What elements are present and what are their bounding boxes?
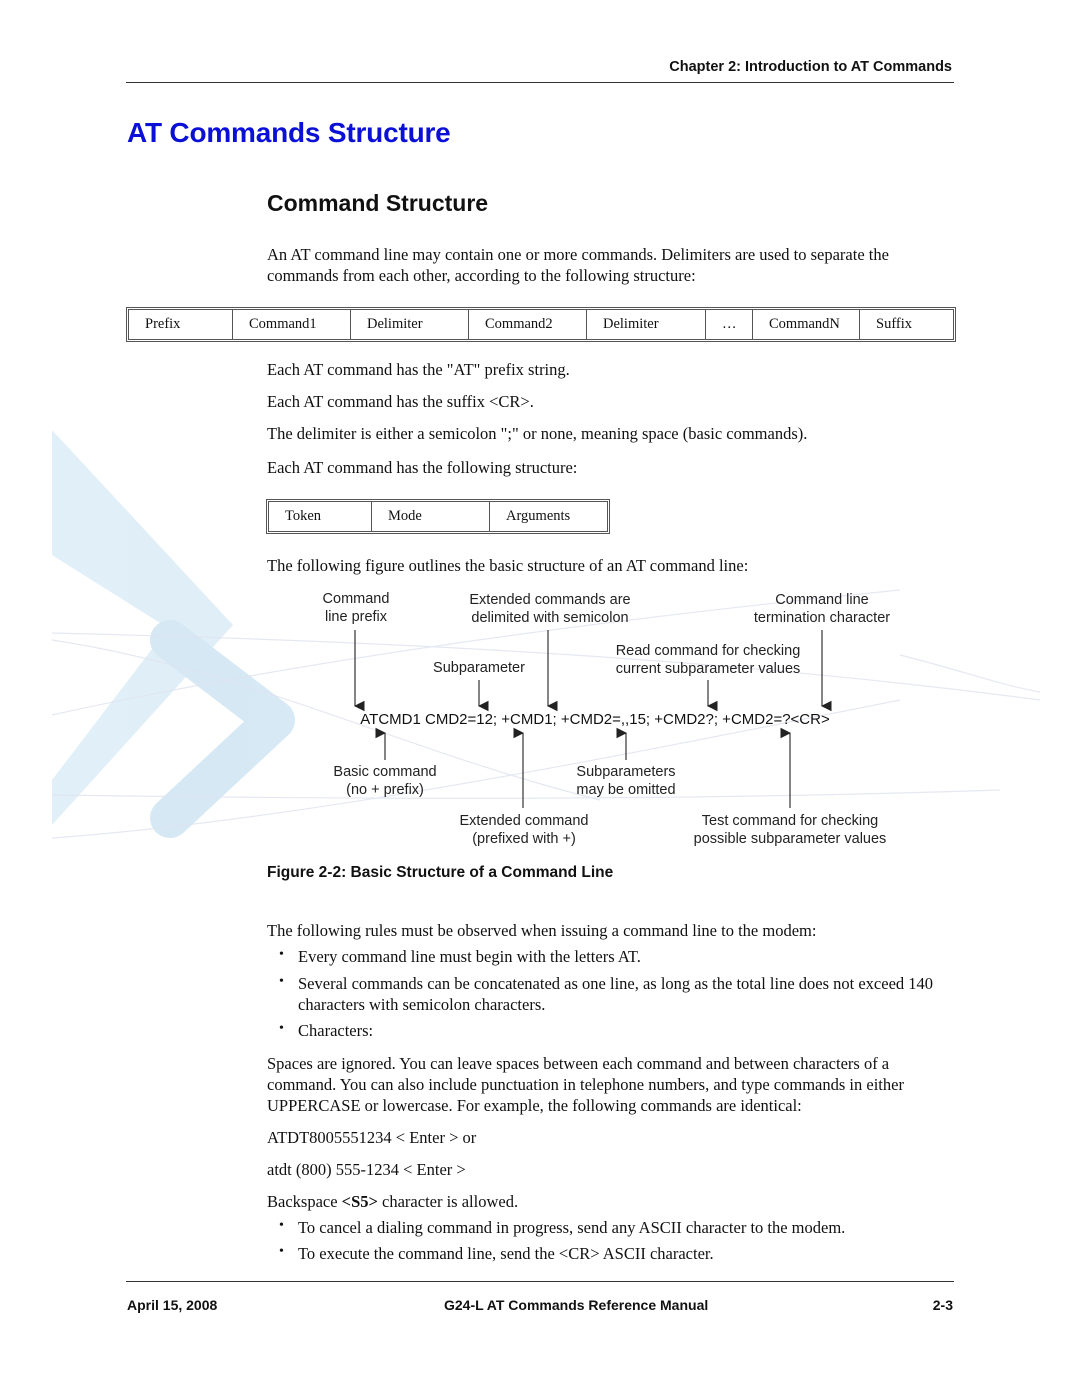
bullet-icon: •	[279, 947, 284, 962]
figure-caption: Figure 2-2: Basic Structure of a Command…	[267, 864, 614, 881]
bullet-icon: •	[279, 974, 284, 989]
rule-item: Every command line must begin with the l…	[298, 947, 641, 966]
rule-item: Several commands can be concatenated as …	[298, 974, 934, 1014]
rules-intro: The following rules must be observed whe…	[267, 921, 817, 940]
rule-item: To execute the command line, send the <C…	[298, 1244, 714, 1263]
example-uppercase: ATDT8005551234 < Enter > or	[267, 1128, 477, 1147]
rule-item: Characters:	[298, 1021, 374, 1040]
footer-manual-title: G24-L AT Commands Reference Manual	[444, 1297, 709, 1313]
bullet-icon: •	[279, 1218, 284, 1233]
footer-date: April 15, 2008	[127, 1297, 218, 1313]
s5-register: <S5>	[341, 1192, 378, 1211]
rule-item: To cancel a dialing command in progress,…	[298, 1218, 846, 1237]
spaces-paragraph: Spaces are ignored. You can leave spaces…	[267, 1054, 904, 1115]
example-lowercase: atdt (800) 555-1234 < Enter >	[267, 1160, 466, 1179]
bullet-icon: •	[279, 1244, 284, 1259]
figure-arrows	[353, 630, 832, 808]
footer-rule	[126, 1281, 954, 1282]
footer-page-number: 2-3	[932, 1297, 953, 1313]
bullet-icon: •	[279, 1021, 284, 1036]
backspace-note: Backspace <S5> character is allowed.	[267, 1192, 519, 1211]
